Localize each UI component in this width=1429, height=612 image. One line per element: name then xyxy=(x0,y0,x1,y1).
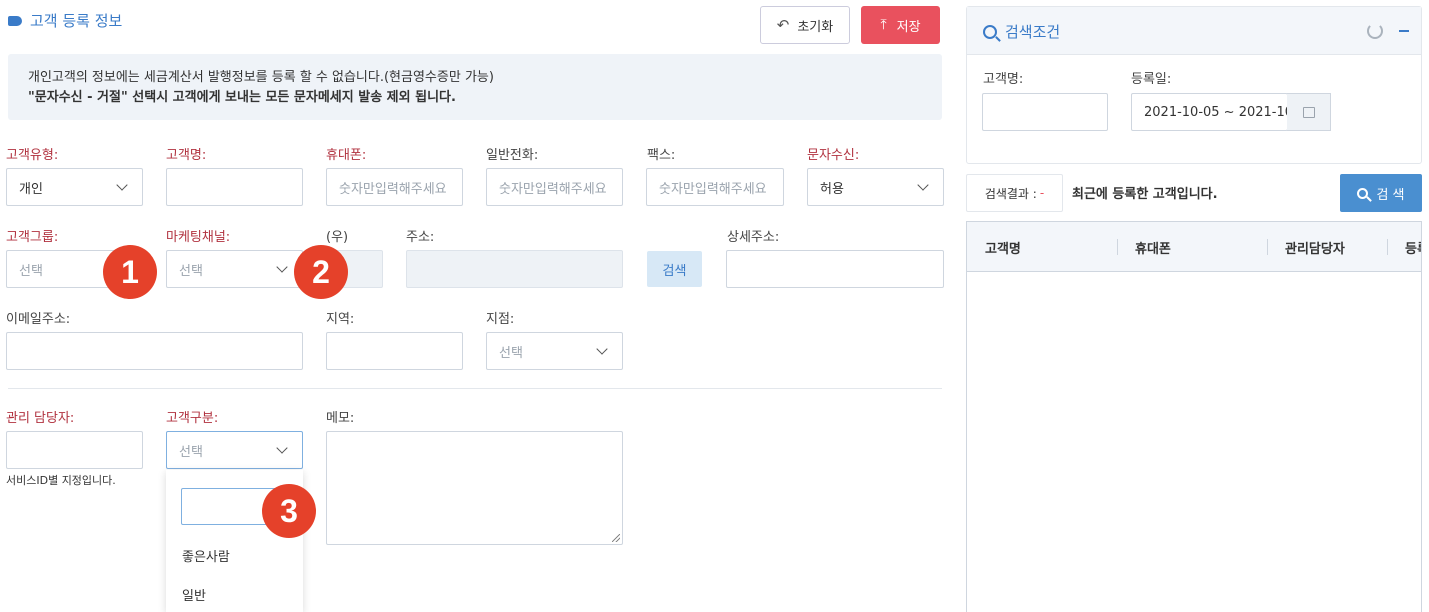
dropdown-option[interactable]: 일반 xyxy=(182,585,206,604)
notice-line-1: 개인고객의 정보에는 세금계산서 발행정보를 등록 할 수 없습니다.(현금영수… xyxy=(28,70,494,85)
customer-type-label: 고객유형: xyxy=(6,148,59,163)
customer-name-label: 고객명: xyxy=(166,148,207,163)
column-header[interactable]: 관리담당자 xyxy=(1285,238,1345,257)
mobile-label: 휴대폰: xyxy=(326,148,367,163)
tag-icon xyxy=(8,15,22,26)
save-button[interactable]: ⤒ 저장 xyxy=(861,6,940,44)
search-name-input[interactable] xyxy=(982,93,1108,131)
search-name-label: 고객명: xyxy=(983,72,1024,87)
chevron-down-icon xyxy=(276,261,288,273)
search-result-count: 검색결과 : - xyxy=(966,174,1063,212)
fax-label: 팩스: xyxy=(647,148,676,163)
notice-box: 개인고객의 정보에는 세금계산서 발행정보를 등록 할 수 없습니다.(현금영수… xyxy=(8,54,942,120)
dropdown-option[interactable]: 좋은사람 xyxy=(182,546,230,565)
fax-input[interactable]: 숫자만입력해주세요 xyxy=(646,168,784,206)
phone-label: 일반전화: xyxy=(486,148,539,163)
resize-handle-icon[interactable] xyxy=(612,534,620,542)
customer-type-value: 개인 xyxy=(19,181,43,197)
customer-class-value: 선택 xyxy=(179,444,203,460)
column-header[interactable]: 등록일 xyxy=(1405,238,1421,257)
column-divider[interactable] xyxy=(1267,239,1268,255)
column-header[interactable]: 휴대폰 xyxy=(1135,238,1171,257)
search-button[interactable]: 검 색 xyxy=(1340,174,1422,212)
refresh-icon[interactable] xyxy=(1367,23,1383,39)
address-detail-input[interactable] xyxy=(726,250,944,288)
sms-select[interactable]: 허용 xyxy=(807,168,944,206)
upload-icon: ⤒ xyxy=(880,17,887,33)
column-header[interactable]: 고객명 xyxy=(985,238,1021,257)
branch-select[interactable]: 선택 xyxy=(486,332,623,370)
reset-button[interactable]: ↶ 초기화 xyxy=(760,6,850,44)
step-badge-3: 3 xyxy=(262,484,316,538)
sms-label: 문자수신: xyxy=(807,148,860,163)
email-label: 이메일주소: xyxy=(6,312,71,327)
zip-label: (우) xyxy=(326,230,349,245)
step-badge-1: 1 xyxy=(103,245,157,299)
search-button-label: 검 색 xyxy=(1376,187,1405,203)
region-input[interactable] xyxy=(326,332,463,370)
customer-name-input[interactable] xyxy=(166,168,303,206)
step-badge-2: 2 xyxy=(294,245,348,299)
address-search-button[interactable]: 검색 xyxy=(647,251,702,287)
page-title: 고객 등록 정보 xyxy=(8,10,122,31)
marketing-channel-select[interactable]: 선택 xyxy=(166,250,303,288)
column-divider[interactable] xyxy=(1387,239,1388,255)
branch-label: 지점: xyxy=(486,312,515,327)
calendar-icon xyxy=(1302,106,1315,118)
region-label: 지역: xyxy=(326,312,355,327)
search-date-label: 등록일: xyxy=(1131,72,1172,87)
address-detail-label: 상세주소: xyxy=(727,230,780,245)
customer-class-label: 고객구분: xyxy=(166,411,219,426)
undo-icon: ↶ xyxy=(776,16,790,34)
chevron-down-icon xyxy=(596,343,608,355)
result-label: 검색결과 : xyxy=(984,186,1037,201)
search-panel: 검색조건 xyxy=(966,6,1422,164)
save-button-label: 저장 xyxy=(896,19,921,35)
chevron-down-icon xyxy=(116,179,128,191)
sms-value: 허용 xyxy=(820,181,844,197)
branch-value: 선택 xyxy=(499,345,523,361)
customer-group-label: 고객그룹: xyxy=(6,230,59,245)
notice-line-2: "문자수신 - 거절" 선택시 고객에게 보내는 모든 문자메세지 발송 제외 … xyxy=(28,90,456,105)
chevron-down-icon xyxy=(276,442,288,454)
search-panel-title-text: 검색조건 xyxy=(1005,23,1061,41)
marketing-channel-label: 마케팅채널: xyxy=(166,230,231,245)
result-table-header: 고객명 휴대폰 관리담당자 등록일 xyxy=(967,222,1421,272)
section-divider xyxy=(8,388,942,389)
result-table: 고객명 휴대폰 관리담당자 등록일 xyxy=(966,221,1422,612)
email-input[interactable] xyxy=(6,332,303,370)
search-panel-header: 검색조건 xyxy=(967,7,1421,55)
collapse-icon[interactable] xyxy=(1399,30,1409,32)
marketing-channel-value: 선택 xyxy=(179,263,203,279)
manager-label: 관리 담당자: xyxy=(6,411,75,426)
search-date-input[interactable]: 2021-10-05 ~ 2021-10 xyxy=(1131,93,1288,131)
page-title-text: 고객 등록 정보 xyxy=(30,12,123,30)
search-icon xyxy=(983,24,997,39)
result-count: - xyxy=(1039,186,1045,200)
search-icon xyxy=(1357,187,1369,199)
customer-type-select[interactable]: 개인 xyxy=(6,168,143,206)
mobile-input[interactable]: 숫자만입력해주세요 xyxy=(326,168,463,206)
memo-textarea[interactable] xyxy=(326,431,623,545)
address-label: 주소: xyxy=(406,230,435,245)
column-divider[interactable] xyxy=(1117,239,1118,255)
memo-label: 메모: xyxy=(326,411,355,426)
address-input[interactable] xyxy=(406,250,623,288)
manager-note: 서비스ID별 지정입니다. xyxy=(6,474,116,487)
manager-input[interactable] xyxy=(6,431,143,469)
calendar-button[interactable] xyxy=(1287,93,1331,131)
reset-button-label: 초기화 xyxy=(797,19,834,35)
chevron-down-icon xyxy=(917,179,929,191)
phone-input[interactable]: 숫자만입력해주세요 xyxy=(486,168,623,206)
customer-class-select[interactable]: 선택 xyxy=(166,431,303,469)
search-panel-title: 검색조건 xyxy=(983,21,1060,42)
result-message: 최근에 등록한 고객입니다. xyxy=(1072,187,1218,202)
